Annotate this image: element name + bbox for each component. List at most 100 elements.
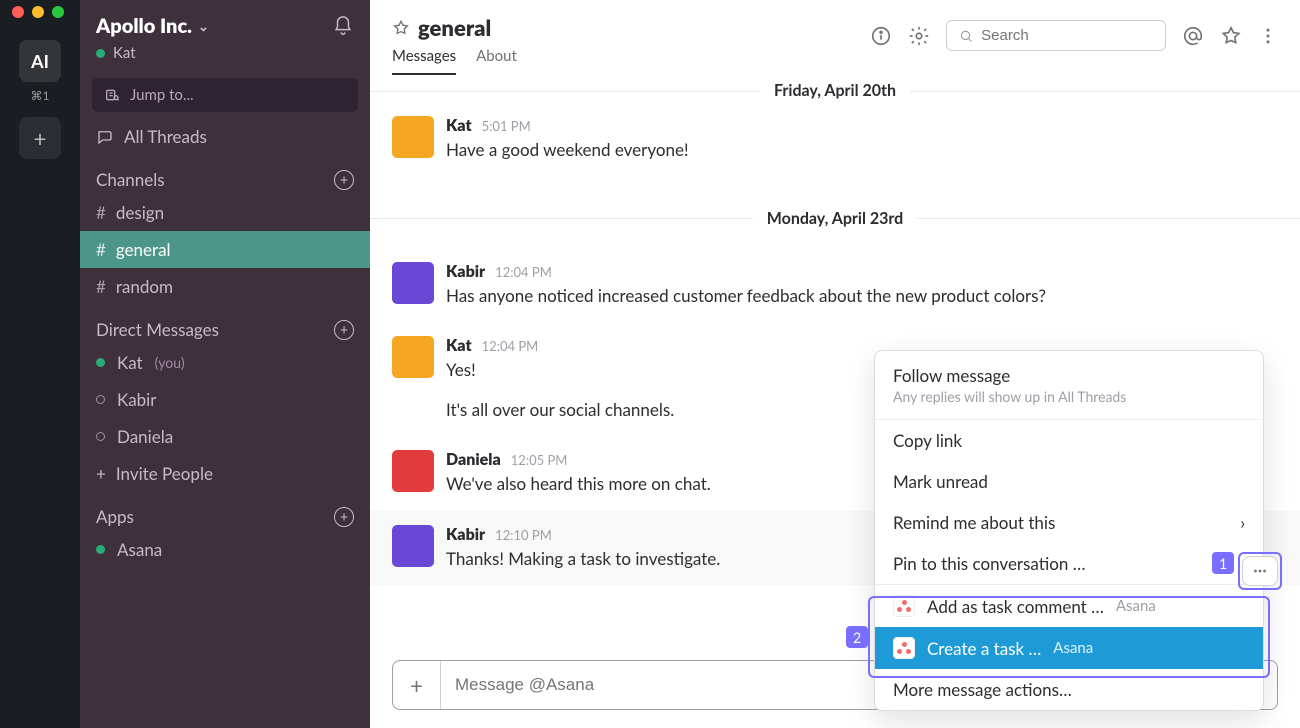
dm-label: Daniela (117, 426, 173, 447)
app-asana[interactable]: Asana (80, 531, 370, 568)
workspace-shortcut: ⌘1 (31, 88, 50, 103)
jump-icon (104, 87, 120, 103)
current-user-presence[interactable]: Kat (80, 44, 370, 72)
add-app-button[interactable]: + (334, 507, 354, 527)
message-time: 12:04 PM (495, 264, 552, 280)
maximize-window-icon[interactable] (52, 6, 64, 18)
hash-icon: # (96, 202, 106, 223)
main-panel: general Messages About Friday, (370, 0, 1300, 728)
add-dm-button[interactable]: + (334, 320, 354, 340)
notifications-bell-icon[interactable] (332, 15, 354, 37)
message-time: 12:04 PM (482, 338, 539, 354)
minimize-window-icon[interactable] (32, 6, 44, 18)
dm-kabir[interactable]: Kabir (80, 381, 370, 418)
close-window-icon[interactable] (12, 6, 24, 18)
message-author[interactable]: Kabir (446, 262, 485, 281)
ctx-remind-me[interactable]: Remind me about this› (875, 502, 1263, 543)
channel-label: design (116, 202, 164, 223)
channel-label: general (116, 239, 171, 260)
presence-offline-icon (96, 395, 105, 404)
presence-offline-icon (96, 432, 105, 441)
workspace-name: Apollo Inc. (96, 14, 192, 38)
dm-daniela[interactable]: Daniela (80, 418, 370, 455)
all-threads-link[interactable]: All Threads (80, 118, 370, 155)
invite-label: Invite People (116, 463, 213, 484)
workspace-rail: AI ⌘1 + (0, 0, 80, 728)
channels-label: Channels (96, 169, 165, 190)
message-text: Has anyone noticed increased customer fe… (446, 283, 1278, 309)
channel-settings-gear-icon[interactable] (908, 25, 930, 47)
presence-online-icon (96, 358, 105, 367)
callout-badge-2: 2 (846, 626, 868, 648)
message-row: Kabir 12:04 PM Has anyone noticed increas… (370, 248, 1300, 323)
date-divider: Monday, April 23rd (370, 209, 1300, 228)
workspace-switcher[interactable]: Apollo Inc. ⌄ (96, 14, 209, 38)
ctx-follow-subtitle: Any replies will show up in All Threads (893, 388, 1245, 405)
app-label: Asana (117, 539, 162, 560)
hash-icon: # (96, 276, 106, 297)
hash-icon: # (96, 239, 106, 260)
apps-section-header: Apps + (80, 492, 370, 531)
workspace-tile[interactable]: AI (19, 40, 61, 82)
dms-section-header: Direct Messages + (80, 305, 370, 344)
search-field[interactable] (981, 27, 1153, 44)
apps-label: Apps (96, 506, 134, 527)
presence-online-icon (96, 49, 105, 58)
invite-people-link[interactable]: + Invite People (80, 455, 370, 492)
presence-online-icon (96, 545, 105, 554)
add-channel-button[interactable]: + (334, 170, 354, 190)
search-input[interactable] (946, 20, 1166, 51)
channel-details-icon[interactable] (870, 25, 892, 47)
ctx-follow-message[interactable]: Follow message Any replies will show up … (875, 351, 1263, 420)
avatar[interactable] (392, 262, 434, 304)
channel-random[interactable]: # random (80, 268, 370, 305)
message-time: 12:10 PM (495, 527, 552, 543)
message-text: Have a good weekend everyone! (446, 137, 1278, 163)
message-author[interactable]: Kabir (446, 525, 485, 544)
avatar[interactable] (392, 116, 434, 158)
dm-label: Kabir (117, 389, 156, 410)
all-threads-label: All Threads (124, 126, 207, 147)
dms-label: Direct Messages (96, 319, 219, 340)
more-vertical-icon[interactable] (1258, 26, 1278, 46)
message-author[interactable]: Kat (446, 116, 472, 135)
current-user-name: Kat (113, 44, 136, 62)
message-author[interactable]: Daniela (446, 450, 501, 469)
ctx-copy-link[interactable]: Copy link (875, 420, 1263, 461)
callout-box-1 (1238, 552, 1282, 590)
sidebar: Apollo Inc. ⌄ Kat Jump to... All Threads… (80, 0, 370, 728)
avatar[interactable] (392, 336, 434, 378)
tab-about[interactable]: About (476, 47, 517, 75)
star-outline-icon[interactable] (392, 19, 410, 37)
ctx-follow-title: Follow message (893, 365, 1245, 386)
composer-add-button[interactable]: + (393, 661, 441, 709)
tab-messages[interactable]: Messages (392, 47, 456, 75)
add-workspace-button[interactable]: + (19, 117, 61, 159)
star-icon[interactable] (1220, 25, 1242, 47)
avatar[interactable] (392, 450, 434, 492)
dm-label: Kat (117, 352, 143, 373)
you-suffix: (you) (155, 354, 185, 371)
window-controls (0, 6, 64, 18)
message-time: 12:05 PM (511, 452, 568, 468)
message-author[interactable]: Kat (446, 336, 472, 355)
mentions-at-icon[interactable] (1182, 25, 1204, 47)
plus-icon: + (96, 463, 106, 484)
channel-title: general (392, 14, 517, 41)
dm-kat[interactable]: Kat (you) (80, 344, 370, 381)
ctx-pin[interactable]: Pin to this conversation … (875, 543, 1263, 584)
jump-to-input[interactable]: Jump to... (92, 78, 358, 112)
callout-box-2 (868, 596, 1270, 678)
channel-general[interactable]: # general (80, 231, 370, 268)
avatar[interactable] (392, 525, 434, 567)
channels-section-header: Channels + (80, 155, 370, 194)
callout-badge-1: 1 (1212, 552, 1234, 574)
channel-label: random (116, 276, 173, 297)
message-row: Kat 5:01 PM Have a good weekend everyone! (370, 102, 1300, 177)
channel-design[interactable]: # design (80, 194, 370, 231)
jump-to-label: Jump to... (130, 86, 194, 104)
ctx-mark-unread[interactable]: Mark unread (875, 461, 1263, 502)
message-time: 5:01 PM (482, 118, 531, 134)
date-divider: Friday, April 20th (370, 81, 1300, 100)
search-icon (959, 28, 973, 44)
